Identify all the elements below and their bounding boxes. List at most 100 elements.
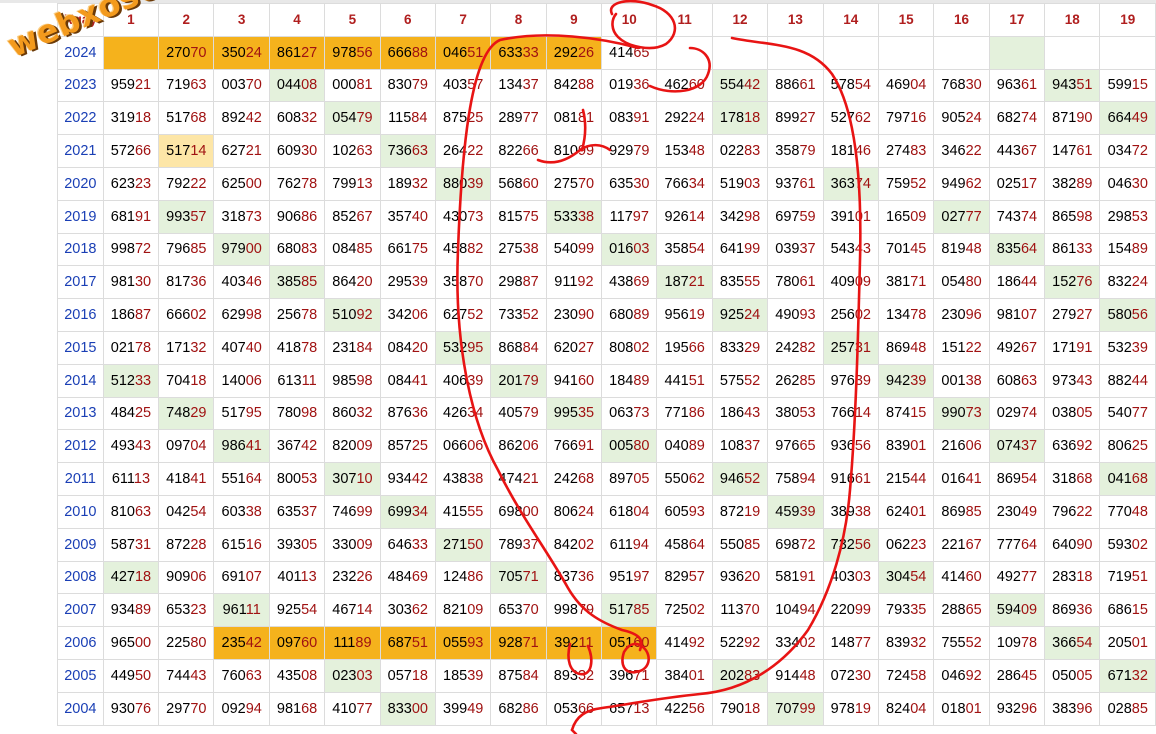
year-cell[interactable]: 2022 [57, 101, 104, 136]
number-last-two: 88 [411, 44, 428, 61]
year-cell[interactable]: 2020 [57, 166, 104, 201]
result-cell: 95921 [102, 68, 160, 103]
number-prefix: 837 [553, 569, 578, 586]
result-cell: 36374 [822, 166, 879, 201]
year-cell[interactable]: 2023 [57, 68, 104, 103]
result-cell: 42256 [656, 691, 713, 726]
number-last-two: 31 [854, 339, 871, 356]
number-last-two: 99 [854, 602, 871, 619]
number-last-two: 84 [522, 339, 539, 356]
number-prefix: 019 [609, 77, 634, 94]
year-cell[interactable]: 2019 [57, 199, 104, 234]
number-last-two: 54 [854, 77, 871, 94]
year-cell[interactable]: 2021 [57, 134, 104, 168]
number-prefix: 806 [553, 503, 578, 520]
result-cell: 43508 [268, 658, 326, 693]
number-prefix: 279 [1052, 307, 1077, 324]
number-last-two: 24 [744, 307, 761, 324]
year-cell[interactable]: 2010 [57, 494, 104, 529]
number-last-two: 43 [854, 241, 871, 258]
year-cell[interactable]: 2016 [57, 298, 104, 332]
number-prefix: 587 [110, 536, 135, 553]
number-prefix: 427 [110, 569, 135, 586]
number-last-two: 78 [301, 175, 318, 192]
number-last-two: 02 [577, 536, 595, 553]
number-prefix: 517 [166, 143, 191, 160]
number-last-two: 02 [633, 339, 650, 356]
result-cell: 83932 [877, 626, 935, 660]
year-cell[interactable]: 2015 [57, 330, 104, 365]
number-last-two: 09 [356, 438, 373, 455]
year-cell[interactable]: 2009 [57, 527, 104, 562]
year-cell[interactable]: 2004 [57, 691, 104, 726]
number-prefix: 057 [387, 667, 412, 684]
number-prefix: 862 [498, 438, 523, 455]
number-last-two: 20 [744, 569, 761, 586]
number-prefix: 184 [609, 372, 634, 389]
number-prefix: 780 [775, 274, 800, 291]
year-cell[interactable]: 2011 [57, 462, 104, 496]
year-cell[interactable]: 2017 [57, 265, 104, 300]
number-prefix: 221 [941, 536, 966, 553]
year-cell[interactable]: 2024 [57, 35, 104, 70]
result-cell: 69800 [490, 494, 547, 529]
column-header-8: 8 [490, 3, 547, 37]
number-prefix: 618 [609, 503, 634, 520]
number-last-two: 37 [1020, 438, 1038, 455]
number-last-two: 70 [190, 44, 207, 61]
number-prefix: 872 [166, 536, 191, 553]
result-cell: 23226 [324, 560, 381, 595]
result-cell: 65323 [158, 593, 215, 628]
column-header-9: 9 [545, 3, 603, 37]
number-last-two: 56 [854, 536, 871, 553]
number-last-two: 78 [301, 339, 318, 356]
number-last-two: 05 [1076, 667, 1093, 684]
number-last-two: 21 [134, 77, 152, 94]
result-cell: 25602 [822, 298, 879, 332]
number-last-two: 64 [1020, 536, 1038, 553]
number-last-two: 15 [1131, 77, 1148, 94]
number-last-two: 05 [633, 471, 650, 488]
number-last-two: 60 [688, 77, 705, 94]
result-cell: 01801 [933, 691, 990, 726]
result-cell: 52292 [711, 626, 769, 660]
result-cell: 40639 [434, 363, 492, 398]
year-cell[interactable]: 2013 [57, 396, 104, 431]
number-last-two: 15 [1131, 602, 1148, 619]
year-cell[interactable]: 2014 [57, 363, 104, 398]
result-cell: 70145 [877, 232, 935, 267]
result-cell: 86884 [490, 330, 547, 365]
year-cell[interactable]: 2005 [57, 658, 104, 693]
year-cell[interactable]: 2018 [57, 232, 104, 267]
number-last-two: 00 [411, 700, 428, 717]
year-cell[interactable]: 2012 [57, 429, 104, 464]
number-last-two: 01 [688, 667, 705, 684]
number-prefix: 993 [166, 208, 191, 225]
number-prefix: 575 [719, 372, 745, 389]
result-cell: 86127 [268, 35, 326, 70]
year-cell[interactable]: 2008 [57, 560, 104, 595]
number-last-two: 52 [965, 635, 982, 652]
year-cell[interactable]: 2007 [57, 593, 104, 628]
number-last-two: 89 [1076, 175, 1093, 192]
year-cell[interactable]: 2006 [57, 626, 104, 660]
number-prefix: 215 [886, 471, 911, 488]
result-cell: 18539 [434, 658, 492, 693]
number-last-two: 51 [1076, 77, 1093, 94]
number-last-two: 14 [356, 602, 373, 619]
number-prefix: 732 [830, 536, 855, 553]
number-prefix: 519 [719, 175, 745, 192]
number-prefix: 109 [996, 635, 1021, 652]
result-cell: 86948 [877, 330, 935, 365]
number-last-two: 19 [854, 700, 871, 717]
result-cell: 10263 [324, 134, 381, 168]
number-prefix: 956 [664, 307, 689, 324]
result-cell: 45882 [434, 232, 492, 267]
result-cell: 51795 [213, 396, 270, 431]
number-last-two: 98 [245, 307, 262, 324]
number-last-two: 24 [245, 44, 262, 61]
result-cell: 97665 [767, 429, 824, 464]
number-prefix: 550 [664, 471, 689, 488]
result-cell: 76278 [268, 166, 326, 201]
number-prefix: 860 [332, 405, 357, 422]
